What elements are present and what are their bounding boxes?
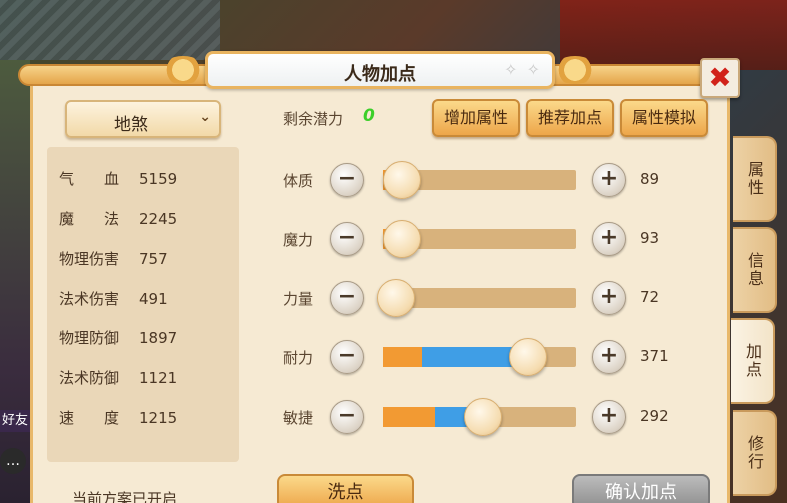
slider-knob[interactable] — [377, 279, 415, 317]
stat-row-hp: 气 血 5159 — [59, 168, 177, 190]
attr-label-magic: 魔力 — [283, 231, 314, 249]
stat-value: 757 — [139, 250, 168, 268]
stat-value: 1215 — [139, 409, 178, 427]
attr-label-endurance: 耐力 — [283, 349, 314, 367]
stat-value: 5159 — [139, 170, 178, 188]
slider-track-agility[interactable] — [383, 398, 576, 436]
recommend-points-button[interactable]: 推荐加点 — [526, 99, 614, 137]
minus-icon: − — [337, 166, 357, 191]
stat-value: 2245 — [139, 210, 178, 228]
slider-knob[interactable] — [383, 161, 421, 199]
stat-label: 魔 法 — [59, 210, 120, 228]
minus-icon: − — [337, 284, 357, 309]
attr-value-agility: 292 — [640, 407, 669, 425]
simulate-attribute-button[interactable]: 属性模拟 — [620, 99, 708, 137]
background-scene-left — [0, 60, 30, 503]
decrease-strength-button[interactable]: − — [330, 281, 364, 315]
slider-added-fill — [422, 347, 519, 367]
confirm-points-button[interactable]: 确认加点 — [572, 474, 710, 503]
attr-value-constitution: 89 — [640, 170, 660, 188]
potential-label: 剩余潜力 — [283, 110, 344, 128]
plus-icon: + — [599, 343, 619, 368]
increase-agility-button[interactable]: + — [592, 400, 626, 434]
tab-cultivation[interactable]: 修行 — [733, 410, 777, 496]
plus-icon: + — [599, 166, 619, 191]
attr-label-constitution: 体质 — [283, 172, 314, 190]
decrease-constitution-button[interactable]: − — [330, 163, 364, 197]
slider-track-strength[interactable] — [377, 279, 576, 317]
slider-track-constitution[interactable] — [383, 161, 576, 199]
potential-value: 0 — [363, 106, 375, 126]
increase-strength-button[interactable]: + — [592, 281, 626, 315]
chat-icon[interactable]: … — [0, 448, 26, 474]
title-decoration-icon: ✧ ✧ — [504, 60, 542, 79]
attr-value-endurance: 371 — [640, 347, 669, 365]
attr-value-strength: 72 — [640, 288, 660, 306]
background-roof — [0, 0, 220, 60]
slider-track-magic[interactable] — [383, 220, 576, 258]
stat-value: 1897 — [139, 329, 178, 347]
stat-row-phys-def: 物理防御 1897 — [59, 327, 177, 349]
stat-row-phys-dmg: 物理伤害 757 — [59, 248, 168, 270]
cloud-ornament-left-icon — [160, 56, 206, 84]
title-plate: 人物加点 ✧ ✧ — [205, 51, 555, 89]
stat-label: 速 度 — [59, 409, 120, 427]
slider-base-fill — [383, 407, 435, 427]
attr-value-magic: 93 — [640, 229, 660, 247]
stat-label: 法术防御 — [59, 369, 120, 387]
increase-endurance-button[interactable]: + — [592, 340, 626, 374]
stat-row-magic-def: 法术防御 1121 — [59, 367, 177, 389]
attr-label-agility: 敏捷 — [283, 409, 314, 427]
cloud-ornament-right-icon — [552, 56, 598, 84]
stat-row-mp: 魔 法 2245 — [59, 208, 177, 230]
close-button[interactable]: ✖ — [700, 58, 740, 98]
stat-value: 1121 — [139, 369, 178, 387]
attr-label-strength: 力量 — [283, 290, 314, 308]
stat-row-speed: 速 度 1215 — [59, 407, 177, 429]
close-icon: ✖ — [708, 61, 732, 94]
add-attribute-button[interactable]: 增加属性 — [432, 99, 520, 137]
increase-constitution-button[interactable]: + — [592, 163, 626, 197]
wash-points-button[interactable]: 洗点 — [277, 474, 414, 503]
minus-icon: − — [337, 403, 357, 428]
minus-icon: − — [337, 225, 357, 250]
stat-label: 法术伤害 — [59, 290, 120, 308]
slider-knob[interactable] — [464, 398, 502, 436]
stat-label: 物理防御 — [59, 329, 120, 347]
decrease-agility-button[interactable]: − — [330, 400, 364, 434]
plus-icon: + — [599, 403, 619, 428]
stat-row-magic-dmg: 法术伤害 491 — [59, 288, 168, 310]
scheme-status-note: 当前方案已开启 — [72, 490, 178, 503]
slider-knob[interactable] — [383, 220, 421, 258]
minus-icon: − — [337, 343, 357, 368]
scheme-dropdown[interactable]: 地煞 ⌄ — [65, 100, 221, 138]
increase-magic-button[interactable]: + — [592, 222, 626, 256]
slider-base-fill — [383, 347, 422, 367]
stat-value: 491 — [139, 290, 168, 308]
decrease-magic-button[interactable]: − — [330, 222, 364, 256]
scheme-selected-label: 地煞 — [114, 115, 148, 135]
slider-track-endurance[interactable] — [383, 338, 576, 376]
tab-info[interactable]: 信息 — [733, 227, 777, 313]
slider-knob[interactable] — [509, 338, 547, 376]
background-red-building — [560, 0, 787, 70]
decrease-endurance-button[interactable]: − — [330, 340, 364, 374]
plus-icon: + — [599, 284, 619, 309]
friend-shortcut[interactable]: 好友 — [0, 410, 30, 432]
plus-icon: + — [599, 225, 619, 250]
tab-add-points[interactable]: 加点 — [731, 318, 775, 404]
stat-label: 气 血 — [59, 170, 120, 188]
panel-title: 人物加点 — [344, 64, 416, 85]
stat-label: 物理伤害 — [59, 250, 120, 268]
tab-attributes[interactable]: 属性 — [733, 136, 777, 222]
chevron-down-icon: ⌄ — [199, 109, 211, 125]
